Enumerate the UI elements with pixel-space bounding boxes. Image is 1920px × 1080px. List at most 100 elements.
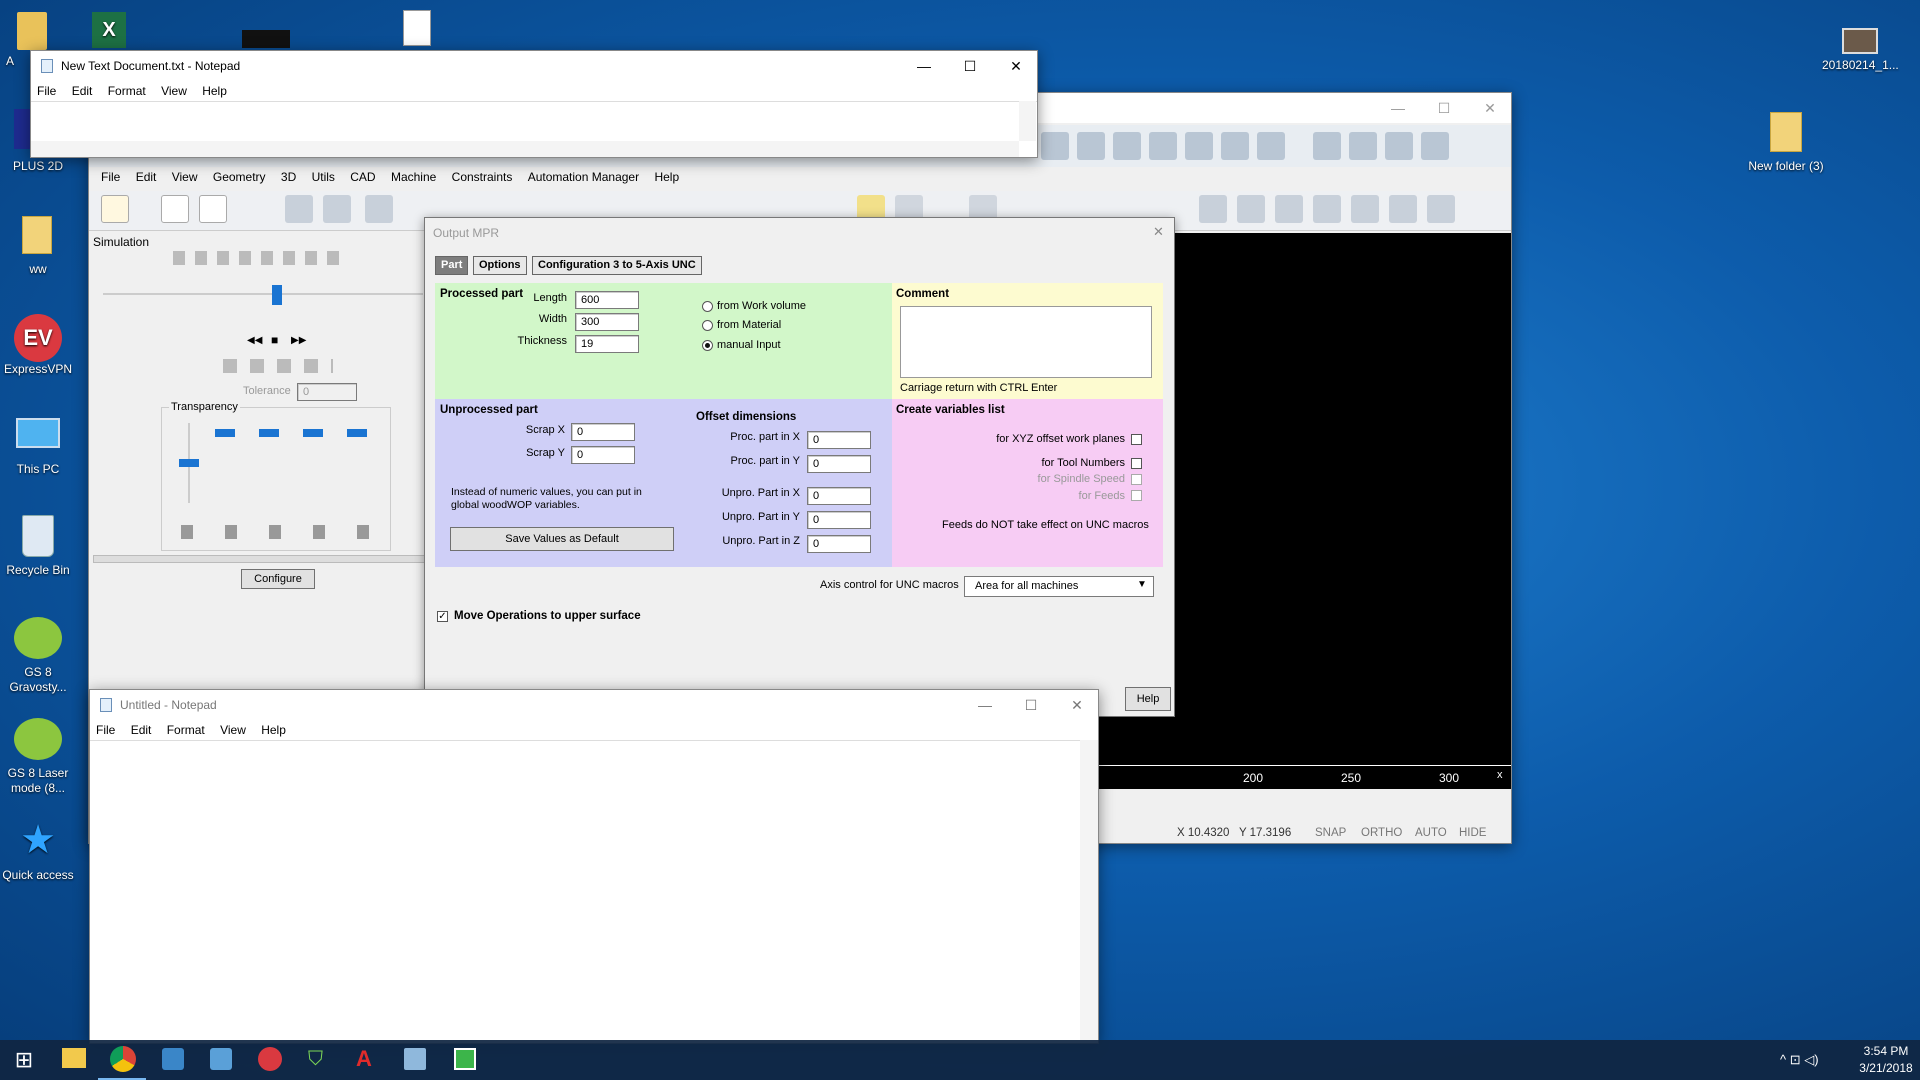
menu-file[interactable]: File [90,720,121,740]
file-explorer-icon[interactable] [62,1048,86,1068]
sim-slider-thumb[interactable] [272,285,282,305]
saw-tool-icon[interactable] [1257,132,1285,160]
manual-input-radio[interactable] [702,340,713,351]
explode-icon[interactable] [1389,195,1417,223]
pocket-tool-icon[interactable] [1221,132,1249,160]
menu-machine[interactable]: Machine [385,167,442,187]
edge-tool-icon[interactable] [1385,132,1413,160]
export-icon[interactable] [161,195,189,223]
horizontal-scrollbar[interactable] [31,141,1019,157]
close-button[interactable]: ✕ [1054,690,1100,720]
media-app-icon[interactable] [162,1048,184,1070]
green-app-icon[interactable] [454,1048,476,1070]
unpro-part-z-input[interactable]: 0 [807,535,871,553]
status-snap[interactable]: SNAP [1315,827,1346,839]
desktop-icon-20180214[interactable]: 20180214_1... [1822,22,1899,82]
clock-date[interactable]: 3/21/2018 [1856,1061,1916,1075]
drill-tool-icon[interactable] [1185,132,1213,160]
edit-icon[interactable] [1427,195,1455,223]
mill-tool-icon[interactable] [1113,132,1141,160]
tool-numbers-checkbox[interactable] [1131,458,1142,469]
menu-file[interactable]: File [31,81,62,101]
tab-configuration[interactable]: Configuration 3 to 5-Axis UNC [532,256,702,275]
close-button[interactable]: ✕ [993,51,1039,81]
minimize-button[interactable]: — [1375,93,1421,123]
menu-view[interactable]: View [155,81,193,101]
arc-tool-icon[interactable] [1077,132,1105,160]
notepad-bottom-titlebar[interactable]: Untitled - Notepad — ☐ ✕ [90,690,1098,720]
from-work-volume-radio[interactable] [702,301,713,312]
desktop-icon-recyclebin[interactable]: Recycle Bin [0,513,76,583]
desktop-icon-document[interactable] [403,10,431,46]
move-operations-checkbox[interactable]: ✓ [437,611,448,622]
expressvpn-taskbar-icon[interactable] [258,1047,282,1071]
menu-geometry[interactable]: Geometry [207,167,272,187]
output-mpr-dialog[interactable]: Output MPR ✕ Part Options Configuration … [424,217,1175,717]
width-input[interactable]: 300 [575,313,639,331]
menu-help[interactable]: Help [648,167,685,187]
menu-cad[interactable]: CAD [344,167,381,187]
proc-part-x-input[interactable]: 0 [807,431,871,449]
spindle-speed-checkbox[interactable] [1131,474,1142,485]
circle-tool-icon[interactable] [1149,132,1177,160]
transparency-thumb-4[interactable] [303,429,323,437]
display-app-icon[interactable] [210,1048,232,1070]
panel-splitter[interactable] [93,555,429,563]
vertical-scrollbar[interactable] [1019,101,1036,141]
menu-format[interactable]: Format [102,81,152,101]
menu-constraints[interactable]: Constraints [446,167,519,187]
menu-edit[interactable]: Edit [66,81,99,101]
undo-icon[interactable] [285,195,313,223]
notepad-bottom-text-area[interactable] [90,740,1080,1043]
transparency-thumb-2[interactable] [215,429,235,437]
transparency-thumb-3[interactable] [259,429,279,437]
status-auto[interactable]: AUTO [1415,827,1447,839]
comment-textarea[interactable] [900,306,1152,378]
autocad-icon[interactable]: A [356,1047,380,1071]
chrome-icon[interactable] [110,1046,136,1072]
unpro-part-y-input[interactable]: 0 [807,511,871,529]
redo-icon[interactable] [323,195,351,223]
tab-part[interactable]: Part [435,256,469,275]
desktop-icon-dark[interactable] [242,30,290,48]
notepad-top-titlebar[interactable]: New Text Document.txt - Notepad — ☐ ✕ [31,51,1037,81]
desktop-icon-quickaccess[interactable]: ★ Quick access [0,818,76,888]
transparency-thumb-5[interactable] [347,429,367,437]
fast-forward-button[interactable]: ▶▶ [291,335,306,346]
menu-edit[interactable]: Edit [130,167,163,187]
mail-icon[interactable] [199,195,227,223]
vertical-scrollbar[interactable] [1080,740,1098,1043]
desktop-icon-ww[interactable]: ww [0,212,76,282]
scrap-y-input[interactable]: 0 [571,446,635,464]
menu-3d[interactable]: 3D [275,167,302,187]
start-button[interactable]: ⊞ [0,1040,48,1080]
rotate-icon[interactable] [1199,195,1227,223]
maximize-button[interactable]: ☐ [947,51,993,81]
notepad-top-window[interactable]: New Text Document.txt - Notepad — ☐ ✕ Fi… [30,50,1038,158]
minimize-button[interactable]: — [962,690,1008,720]
xyz-offset-checkbox[interactable] [1131,434,1142,445]
desktop-icon-excel[interactable]: X [88,12,164,52]
system-tray[interactable]: ^ ⊡ ◁) [1780,1052,1819,1068]
menu-view[interactable]: View [166,167,204,187]
bore-tool-icon[interactable] [1421,132,1449,160]
desktop-icon-thispc[interactable]: This PC [0,412,76,482]
save-values-default-button[interactable]: Save Values as Default [450,527,674,551]
maximize-button[interactable]: ☐ [1008,690,1054,720]
thickness-input[interactable]: 19 [575,335,639,353]
unpro-part-x-input[interactable]: 0 [807,487,871,505]
draw-tool-icon[interactable] [1041,132,1069,160]
crosshair-icon[interactable] [1351,195,1379,223]
menu-help[interactable]: Help [196,81,233,101]
desktop-icon-gs8[interactable]: GS 8 Gravosty... [0,615,76,695]
menu-utils[interactable]: Utils [306,167,341,187]
from-material-radio[interactable] [702,320,713,331]
minimize-button[interactable]: — [901,51,947,81]
pen-tool-icon[interactable] [1313,132,1341,160]
trim-icon[interactable] [1313,195,1341,223]
close-button[interactable]: ✕ [1467,93,1513,123]
status-ortho[interactable]: ORTHO [1361,827,1402,839]
stop-button[interactable]: ■ [271,333,278,347]
rewind-button[interactable]: ◀◀ [247,335,262,346]
menu-view[interactable]: View [214,720,252,740]
